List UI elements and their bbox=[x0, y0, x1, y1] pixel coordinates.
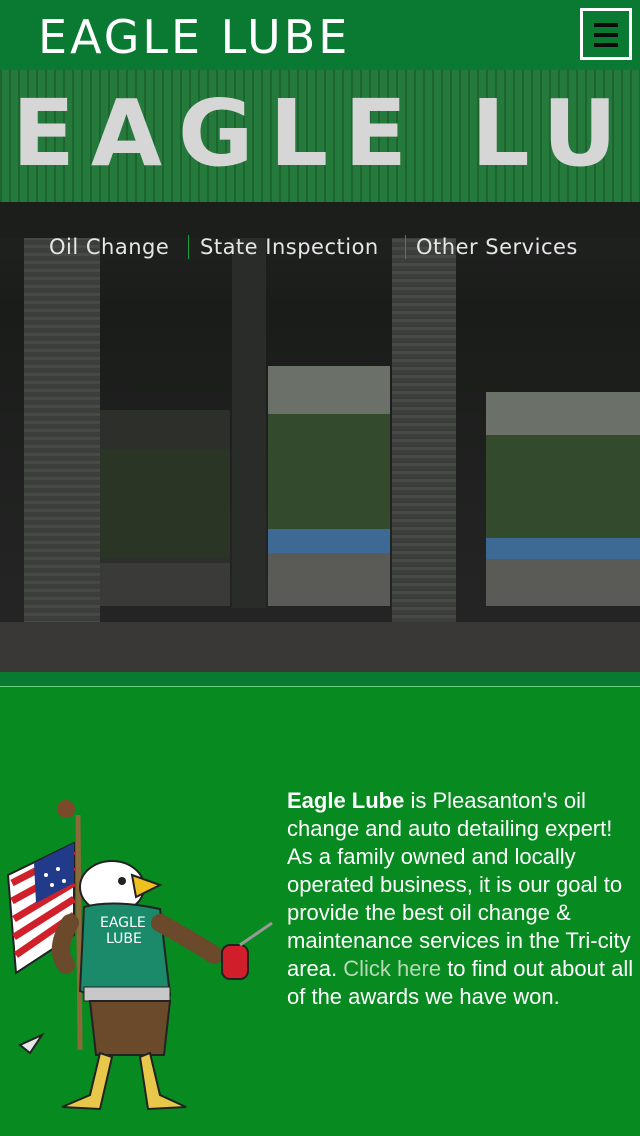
svg-text:LUBE: LUBE bbox=[106, 931, 142, 947]
hero-image: EAGLE LUBE Oil Change State Inspection O… bbox=[0, 70, 640, 672]
service-bay bbox=[486, 392, 640, 606]
service-bay bbox=[268, 366, 390, 606]
storefront-sign-text: EAGLE LUBE bbox=[12, 80, 640, 187]
hamburger-menu-button[interactable] bbox=[580, 8, 632, 60]
site-title[interactable]: EAGLE LUBE bbox=[38, 10, 350, 64]
brick-pillar bbox=[392, 238, 456, 642]
nav-state-inspection[interactable]: State Inspection bbox=[200, 232, 379, 262]
about-text: Eagle Lube is Pleasanton's oil change an… bbox=[287, 787, 639, 1011]
awards-link[interactable]: Click here bbox=[343, 956, 441, 981]
nav-other-services[interactable]: Other Services bbox=[416, 232, 578, 262]
about-section: EAGLE LUBE Eagle Lube is Pleasanton's oi… bbox=[0, 687, 640, 1136]
service-nav: Oil Change State Inspection Other Servic… bbox=[0, 232, 640, 262]
nav-separator bbox=[188, 235, 189, 259]
storefront-sign: EAGLE LUBE bbox=[0, 70, 640, 202]
nav-oil-change[interactable]: Oil Change bbox=[49, 232, 169, 262]
eagle-mascot-image: EAGLE LUBE bbox=[6, 800, 273, 1111]
mascot-shirt-text: EAGLE bbox=[100, 915, 146, 931]
about-text-part1: is Pleasanton's oil change and auto deta… bbox=[287, 788, 631, 981]
hamburger-menu-icon bbox=[594, 23, 618, 27]
brand-name: Eagle Lube bbox=[287, 788, 405, 813]
nav-separator bbox=[405, 235, 406, 259]
service-bay bbox=[98, 410, 230, 606]
brick-pillar bbox=[232, 238, 266, 608]
brick-pillar bbox=[24, 238, 100, 632]
site-header: EAGLE LUBE bbox=[0, 0, 640, 70]
